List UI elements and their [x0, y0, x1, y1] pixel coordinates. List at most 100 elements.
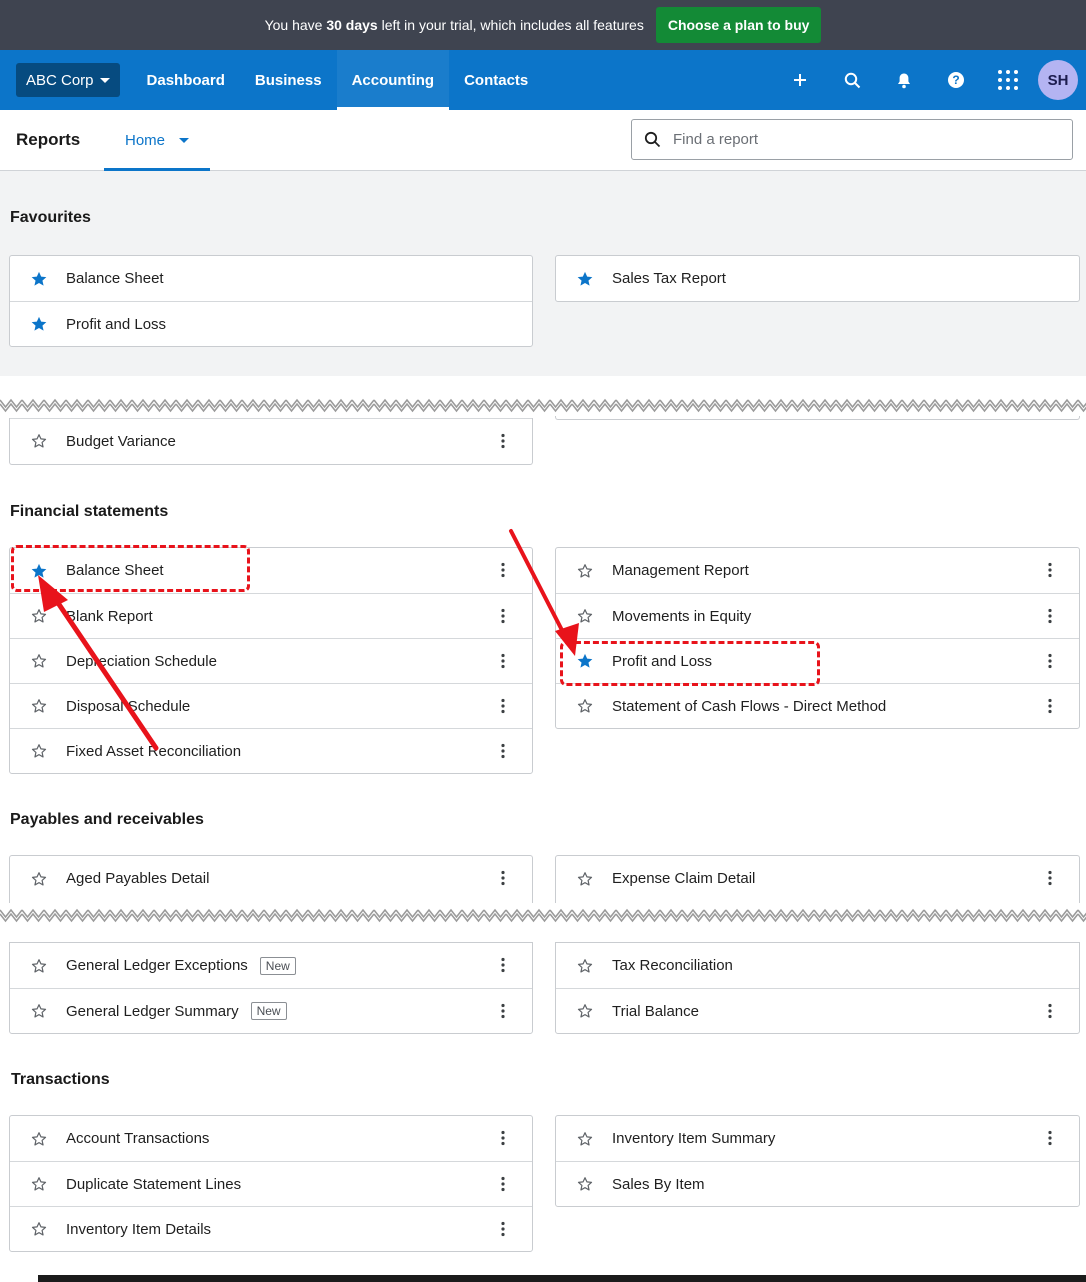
nav-business[interactable]: Business	[240, 50, 337, 110]
trial-message: You have 30 days left in your trial, whi…	[264, 17, 644, 33]
more-options-icon[interactable]	[1041, 697, 1059, 715]
list-item[interactable]: Sales By Item	[556, 1161, 1079, 1206]
more-options-icon[interactable]	[494, 742, 512, 760]
list-item[interactable]: Expense Claim Detail	[556, 856, 1079, 901]
list-item[interactable]: Inventory Item Summary	[556, 1116, 1079, 1161]
annotation-highlight-profit-and-loss	[560, 641, 820, 686]
organisation-switcher[interactable]: ABC Corp	[16, 63, 120, 97]
list-item[interactable]: Profit and Loss	[10, 301, 532, 346]
star-outline-icon[interactable]	[576, 607, 594, 625]
star-outline-icon[interactable]	[30, 697, 48, 715]
list-item[interactable]: Management Report	[556, 548, 1079, 593]
list-item[interactable]: Tax Reconciliation	[556, 943, 1079, 988]
list-item[interactable]: General Ledger Summary New	[10, 988, 532, 1033]
star-filled-icon[interactable]	[30, 315, 48, 333]
more-options-icon[interactable]	[494, 956, 512, 974]
star-outline-icon[interactable]	[30, 870, 48, 888]
more-options-icon[interactable]	[494, 1002, 512, 1020]
more-options-icon[interactable]	[494, 1129, 512, 1147]
list-item[interactable]: Account Transactions	[10, 1116, 532, 1161]
star-outline-icon[interactable]	[576, 1130, 594, 1148]
list-item[interactable]: Duplicate Statement Lines	[10, 1161, 532, 1206]
nav-accounting[interactable]: Accounting	[336, 50, 450, 110]
list-item[interactable]: Statement of Cash Flows - Direct Method	[556, 683, 1079, 728]
bell-icon[interactable]	[878, 50, 930, 110]
favourites-area: Favourites Balance Sheet Profit and Loss…	[0, 171, 1086, 376]
more-options-icon[interactable]	[494, 1175, 512, 1193]
list-item[interactable]: Budget Variance	[10, 418, 532, 463]
more-options-icon[interactable]	[1041, 1129, 1059, 1147]
list-item[interactable]: Blank Report	[10, 593, 532, 638]
star-filled-icon[interactable]	[576, 270, 594, 288]
list-item[interactable]: Disposal Schedule	[10, 683, 532, 728]
more-options-icon[interactable]	[494, 561, 512, 579]
star-filled-icon[interactable]	[30, 270, 48, 288]
section-title-transactions: Transactions	[11, 1071, 110, 1088]
star-outline-icon[interactable]	[576, 562, 594, 580]
star-outline-icon[interactable]	[30, 1220, 48, 1238]
trial-banner: You have 30 days left in your trial, whi…	[0, 0, 1086, 50]
tab-home[interactable]: Home	[104, 110, 210, 171]
more-options-icon[interactable]	[1041, 652, 1059, 670]
star-outline-icon[interactable]	[30, 652, 48, 670]
star-outline-icon[interactable]	[30, 1002, 48, 1020]
more-options-icon[interactable]	[494, 432, 512, 450]
page-title: Reports	[16, 130, 81, 149]
reports-subheader: Reports Home	[0, 110, 1086, 171]
star-outline-icon[interactable]	[30, 742, 48, 760]
avatar[interactable]: SH	[1038, 60, 1078, 100]
favourites-card-left: Balance Sheet Profit and Loss	[9, 255, 533, 347]
chevron-down-icon	[179, 137, 189, 143]
more-options-icon[interactable]	[1041, 561, 1059, 579]
choose-plan-button[interactable]: Choose a plan to buy	[655, 7, 822, 43]
cut-marker	[0, 394, 1086, 416]
more-options-icon[interactable]	[494, 697, 512, 715]
star-outline-icon[interactable]	[30, 607, 48, 625]
star-outline-icon[interactable]	[576, 957, 594, 975]
star-outline-icon[interactable]	[576, 870, 594, 888]
list-item[interactable]: Depreciation Schedule	[10, 638, 532, 683]
star-outline-icon[interactable]	[30, 1175, 48, 1193]
section-title-favourites: Favourites	[10, 209, 91, 226]
more-options-icon[interactable]	[494, 1220, 512, 1238]
section-title-payables: Payables and receivables	[10, 811, 204, 828]
payables-card-left-top: Aged Payables Detail	[9, 855, 533, 903]
list-item[interactable]: Trial Balance	[556, 988, 1079, 1033]
transactions-card-left: Account Transactions Duplicate Statement…	[9, 1115, 533, 1252]
nav-dashboard[interactable]: Dashboard	[132, 50, 240, 110]
svg-text:?: ?	[952, 73, 959, 87]
more-options-icon[interactable]	[494, 652, 512, 670]
nav-contacts[interactable]: Contacts	[449, 50, 543, 110]
apps-grid-icon[interactable]	[982, 50, 1034, 110]
more-options-icon[interactable]	[494, 869, 512, 887]
list-item[interactable]: Fixed Asset Reconciliation	[10, 728, 532, 773]
search-input[interactable]	[673, 131, 1033, 148]
section-title-financial: Financial statements	[10, 503, 169, 520]
list-item[interactable]: Sales Tax Report	[556, 256, 1079, 301]
star-outline-icon[interactable]	[30, 957, 48, 975]
list-item[interactable]: Aged Payables Detail	[10, 856, 532, 901]
more-options-icon[interactable]	[494, 607, 512, 625]
star-outline-icon[interactable]	[576, 1175, 594, 1193]
search-icon[interactable]	[826, 50, 878, 110]
list-item[interactable]: Movements in Equity	[556, 593, 1079, 638]
help-icon[interactable]: ?	[930, 50, 982, 110]
star-outline-icon[interactable]	[30, 1130, 48, 1148]
star-outline-icon[interactable]	[576, 1002, 594, 1020]
list-item[interactable]: Balance Sheet	[10, 256, 532, 301]
chevron-down-icon	[99, 77, 110, 83]
favourites-card-right: Sales Tax Report	[555, 255, 1080, 302]
top-navigation: ABC Corp Dashboard Business Accounting C…	[0, 50, 1086, 110]
star-outline-icon[interactable]	[30, 432, 48, 450]
more-options-icon[interactable]	[1041, 1002, 1059, 1020]
list-item[interactable]: General Ledger Exceptions New	[10, 943, 532, 988]
payables-card-right-top: Expense Claim Detail	[555, 855, 1080, 903]
payables-card-right-bottom: Tax Reconciliation Trial Balance	[555, 942, 1080, 1034]
star-outline-icon[interactable]	[576, 697, 594, 715]
plus-icon[interactable]	[774, 50, 826, 110]
more-options-icon[interactable]	[1041, 869, 1059, 887]
report-search[interactable]	[631, 119, 1073, 160]
list-item[interactable]: Inventory Item Details	[10, 1206, 532, 1251]
more-options-icon[interactable]	[1041, 607, 1059, 625]
trial-days: 30 days	[326, 17, 378, 33]
